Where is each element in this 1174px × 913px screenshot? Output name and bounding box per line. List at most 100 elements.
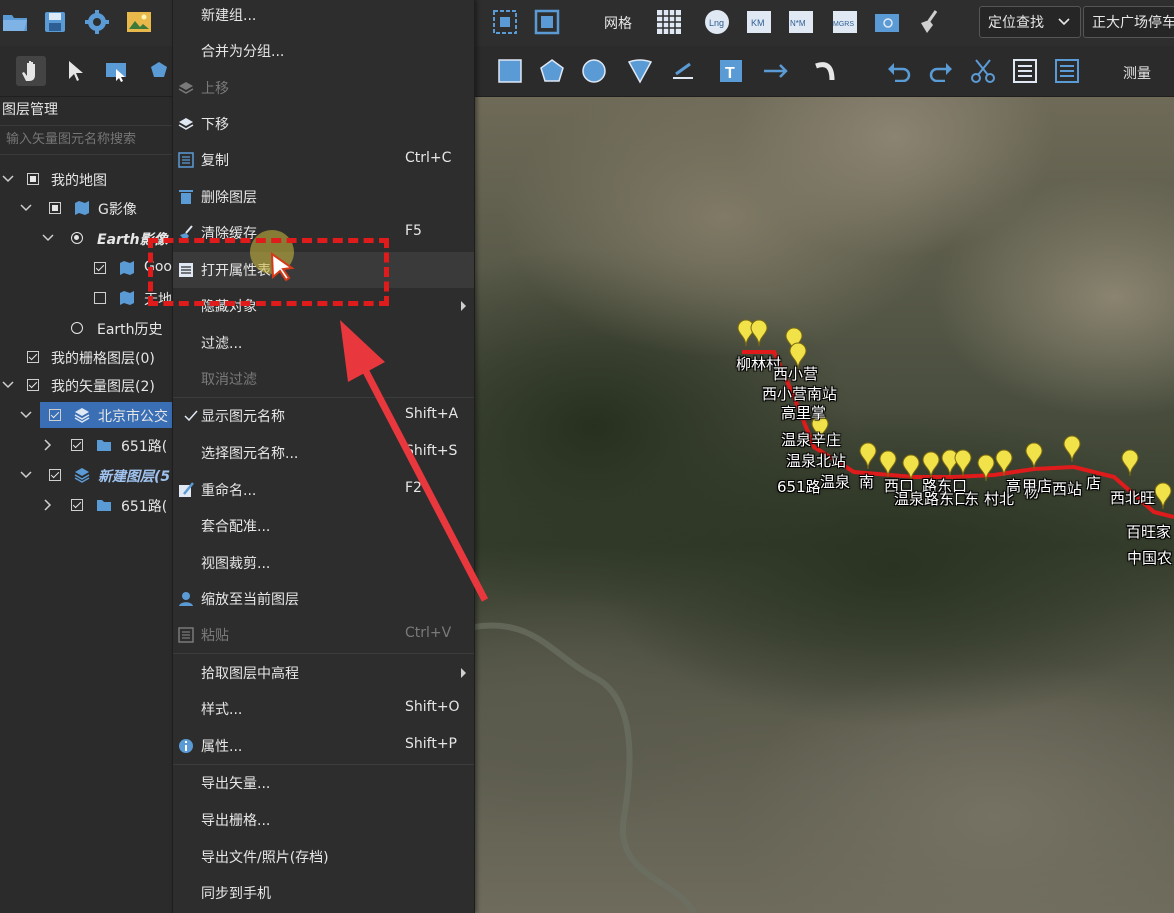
menu-item-delete-layer[interactable]: 删除图层 (173, 179, 474, 215)
checkbox[interactable] (94, 262, 106, 274)
menu-item-pick-elevation[interactable]: 拾取图层中高程 (173, 655, 474, 691)
grid-icon[interactable] (654, 7, 684, 37)
tree-row-earth-history[interactable]: Earth历史 (0, 315, 175, 341)
menu-item-copy[interactable]: 复制 Ctrl+C (173, 142, 474, 178)
radio-button[interactable] (71, 232, 83, 244)
chevron-down-icon[interactable] (2, 173, 14, 185)
tree-label: 651路( (121, 439, 168, 455)
chevron-right-icon[interactable] (42, 499, 54, 511)
checkbox[interactable] (71, 499, 83, 511)
address-input[interactable]: 正大广场停车 (1083, 6, 1174, 38)
grid-label[interactable]: 网格 (604, 13, 632, 33)
tree-row-beijing-bus-content[interactable]: 北京市公交 (0, 402, 175, 428)
nxm-grid-icon[interactable]: N*M (786, 7, 816, 37)
list-alt-icon[interactable] (1052, 56, 1082, 86)
menu-item-properties[interactable]: 属性... Shift+P (173, 728, 474, 764)
checkbox[interactable] (49, 469, 61, 481)
folder-refresh-icon[interactable] (872, 7, 902, 37)
lng-lat-icon[interactable]: Lng (702, 7, 732, 37)
chevron-down-icon[interactable] (2, 379, 14, 391)
checkbox[interactable] (27, 351, 39, 363)
menu-item-move-down[interactable]: 下移 (173, 106, 474, 142)
chevron-down-icon[interactable] (20, 409, 32, 421)
select-arrow-icon[interactable] (60, 56, 90, 86)
chevron-down-icon[interactable] (20, 202, 32, 214)
checkbox[interactable] (27, 173, 39, 185)
tree-row-g-imagery[interactable]: G影像 (0, 195, 175, 221)
menu-item-merge-group[interactable]: 合并为分组... (173, 33, 474, 69)
mgrs-grid-icon[interactable]: MGRS (830, 7, 860, 37)
map-label: 高里掌 (781, 404, 827, 422)
tree-row-my-vector-layers[interactable]: 我的矢量图层(2) (0, 372, 175, 398)
menu-item-sync-to-phone[interactable]: 同步到手机 (173, 875, 474, 911)
menu-item-export-raster[interactable]: 导出栅格... (173, 802, 474, 838)
undo-icon[interactable] (884, 56, 914, 86)
arrow-draw-icon[interactable] (762, 56, 792, 86)
km-grid-icon[interactable]: KM (744, 7, 774, 37)
checkbox[interactable] (49, 202, 61, 214)
rect-select-icon[interactable] (102, 56, 132, 86)
chevron-down-icon[interactable] (42, 232, 54, 244)
tree-row-651-route[interactable]: 651路( (0, 432, 175, 458)
chevron-right-icon[interactable] (42, 439, 54, 451)
map-pin-icon[interactable] (995, 449, 1013, 477)
list-icon[interactable] (1010, 56, 1040, 86)
chevron-down-icon[interactable] (20, 469, 32, 481)
menu-item-style[interactable]: 样式... Shift+O (173, 691, 474, 727)
menu-item-label: 同步到手机 (201, 886, 271, 902)
circle-draw-icon[interactable] (579, 56, 609, 86)
menu-item-label: 导出矢量... (201, 776, 271, 792)
locate-search-combo[interactable]: 定位查找 (979, 6, 1081, 38)
rectangle-draw-icon[interactable] (495, 56, 525, 86)
curve-draw-icon[interactable] (810, 56, 840, 86)
pan-hand-icon[interactable] (16, 56, 46, 86)
clear-broom-icon[interactable] (914, 7, 944, 37)
highlight-dashed-box (148, 238, 389, 306)
map-pin-icon[interactable] (879, 450, 897, 478)
zoom-extent-icon[interactable] (490, 7, 520, 37)
map-pin-icon[interactable] (1154, 482, 1172, 510)
checkbox[interactable] (49, 409, 61, 421)
menu-item-label: 新建组... (201, 8, 257, 24)
map-view[interactable]: 柳林村 西小营 西小营南站 高里掌 温泉辛庄 温泉北站 651路 温泉 南 西口… (474, 97, 1174, 913)
svg-text:KM: KM (751, 18, 765, 28)
save-icon[interactable] (40, 7, 70, 37)
menu-item-label: 缩放至当前图层 (201, 592, 299, 608)
open-folder-icon[interactable] (0, 7, 30, 37)
fullscreen-icon[interactable] (532, 7, 562, 37)
map-pin-icon[interactable] (750, 319, 768, 347)
checkbox[interactable] (27, 379, 39, 391)
map-pin-icon[interactable] (954, 449, 972, 477)
text-tool-icon[interactable]: T (716, 56, 746, 86)
cut-scissors-icon[interactable] (968, 56, 998, 86)
tree-row-651-route-2[interactable]: 651路( (0, 492, 175, 518)
redo-icon[interactable] (926, 56, 956, 86)
map-pin-icon[interactable] (1025, 442, 1043, 470)
menu-item-shortcut: Ctrl+C (405, 150, 452, 166)
map-pin-icon[interactable] (859, 442, 877, 470)
image-icon[interactable] (124, 7, 154, 37)
checkbox[interactable] (94, 292, 106, 304)
pentagon-draw-icon[interactable] (537, 56, 567, 86)
tree-row-new-layer[interactable]: 新建图层(5 (0, 462, 175, 488)
polygon-select-icon[interactable] (144, 56, 174, 86)
menu-item-new-group[interactable]: 新建组... (173, 0, 474, 33)
map-pin-icon[interactable] (1063, 435, 1081, 463)
menu-item-export-vector[interactable]: 导出矢量... (173, 765, 474, 801)
menu-item-paste[interactable]: 粘贴 Ctrl+V (173, 617, 474, 653)
settings-gear-icon[interactable] (82, 7, 112, 37)
location-pin-icon (179, 592, 193, 606)
checkbox[interactable] (71, 439, 83, 451)
tree-row-my-map[interactable]: 我的地图 (0, 166, 175, 192)
menu-item-move-up[interactable]: 上移 (173, 70, 474, 106)
radio-button[interactable] (71, 322, 83, 334)
tree-row-my-raster-layers[interactable]: 我的栅格图层(0) (0, 344, 175, 370)
measure-line-icon[interactable] (668, 56, 698, 86)
sector-draw-icon[interactable] (625, 56, 655, 86)
layers-icon (74, 468, 90, 483)
map-pin-icon[interactable] (1121, 449, 1139, 477)
layer-search-input[interactable] (0, 125, 175, 155)
menu-item-export-file-photo[interactable]: 导出文件/照片(存档) (173, 839, 474, 875)
measure-label[interactable]: 测量 (1123, 63, 1151, 83)
map-pin-icon[interactable] (977, 454, 995, 482)
